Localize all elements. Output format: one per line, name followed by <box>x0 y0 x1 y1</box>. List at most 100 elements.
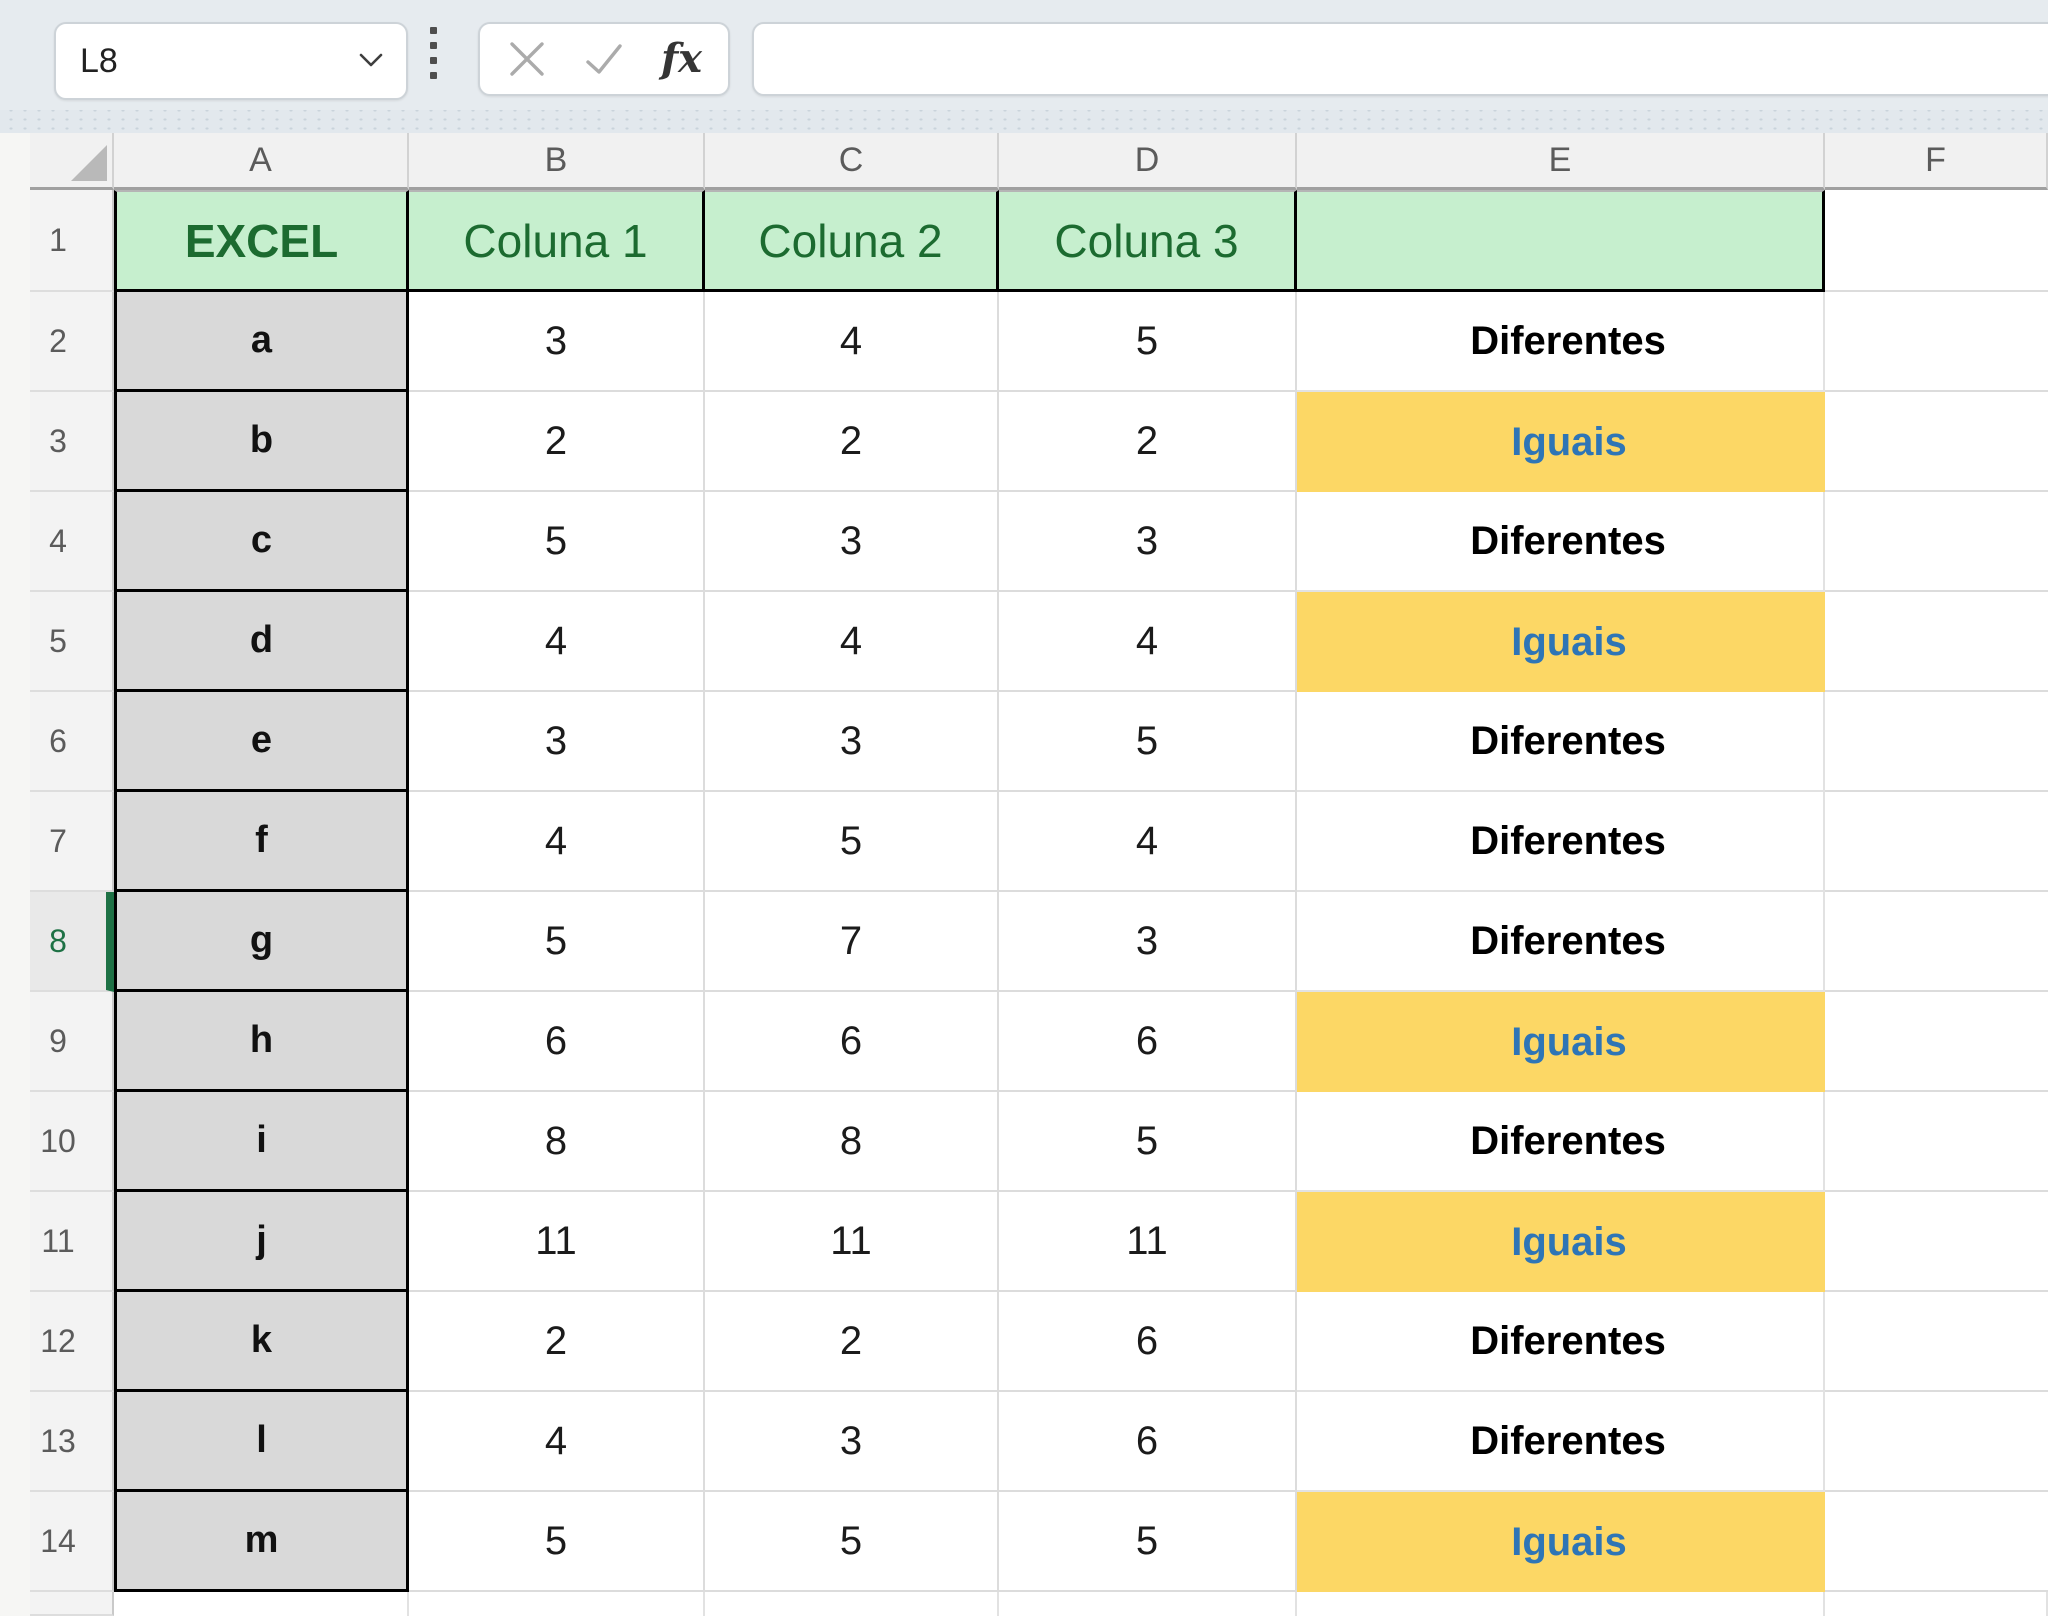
cell-E15[interactable] <box>1297 1592 1825 1616</box>
cell-B12[interactable]: 2 <box>409 1292 705 1392</box>
cell-E5[interactable]: Iguais <box>1297 592 1825 692</box>
name-box[interactable]: L8 <box>54 22 408 100</box>
chevron-down-icon[interactable] <box>358 52 384 68</box>
cell-C6[interactable]: 3 <box>705 692 999 792</box>
cell-D4[interactable]: 3 <box>999 492 1297 592</box>
row-header-11[interactable]: 11 <box>30 1192 114 1292</box>
cell-D7[interactable]: 4 <box>999 792 1297 892</box>
cell-E3[interactable]: Iguais <box>1297 392 1825 492</box>
row-header-7[interactable]: 7 <box>30 792 114 892</box>
cell-D5[interactable]: 4 <box>999 592 1297 692</box>
cell-B15[interactable] <box>409 1592 705 1616</box>
cell-C10[interactable]: 8 <box>705 1092 999 1192</box>
row-header-13[interactable]: 13 <box>30 1392 114 1492</box>
row-header-1[interactable]: 1 <box>30 190 114 292</box>
cell-A7[interactable]: f <box>114 792 409 892</box>
cell-A2[interactable]: a <box>114 292 409 392</box>
cell-D8[interactable]: 3 <box>999 892 1297 992</box>
cell-B2[interactable]: 3 <box>409 292 705 392</box>
row-header-9[interactable]: 9 <box>30 992 114 1092</box>
cell-B11[interactable]: 11 <box>409 1192 705 1292</box>
column-header-F[interactable]: F <box>1825 133 2048 190</box>
cell-C1[interactable]: Coluna 2 <box>705 190 999 292</box>
column-header-A[interactable]: A <box>114 133 409 190</box>
cell-C7[interactable]: 5 <box>705 792 999 892</box>
cell-E9[interactable]: Iguais <box>1297 992 1825 1092</box>
column-header-D[interactable]: D <box>999 133 1297 190</box>
cell-F14[interactable] <box>1825 1492 2048 1592</box>
cell-E4[interactable]: Diferentes <box>1297 492 1825 592</box>
cell-A3[interactable]: b <box>114 392 409 492</box>
cell-E13[interactable]: Diferentes <box>1297 1392 1825 1492</box>
cancel-icon[interactable] <box>506 38 548 80</box>
cell-B10[interactable]: 8 <box>409 1092 705 1192</box>
cell-A11[interactable]: j <box>114 1192 409 1292</box>
cell-F10[interactable] <box>1825 1092 2048 1192</box>
cell-A1[interactable]: EXCEL <box>114 190 409 292</box>
cell-A8[interactable]: g <box>114 892 409 992</box>
cell-E11[interactable]: Iguais <box>1297 1192 1825 1292</box>
cell-E2[interactable]: Diferentes <box>1297 292 1825 392</box>
cell-A14[interactable]: m <box>114 1492 409 1592</box>
cell-F7[interactable] <box>1825 792 2048 892</box>
cell-C14[interactable]: 5 <box>705 1492 999 1592</box>
cell-E1[interactable] <box>1297 190 1825 292</box>
cell-C8[interactable]: 7 <box>705 892 999 992</box>
row-header-6[interactable]: 6 <box>30 692 114 792</box>
cell-B14[interactable]: 5 <box>409 1492 705 1592</box>
cell-D10[interactable]: 5 <box>999 1092 1297 1192</box>
cell-A9[interactable]: h <box>114 992 409 1092</box>
row-header-10[interactable]: 10 <box>30 1092 114 1192</box>
row-header-5[interactable]: 5 <box>30 592 114 692</box>
cell-A12[interactable]: k <box>114 1292 409 1392</box>
cell-F2[interactable] <box>1825 292 2048 392</box>
cell-E7[interactable]: Diferentes <box>1297 792 1825 892</box>
cell-C2[interactable]: 4 <box>705 292 999 392</box>
cell-F9[interactable] <box>1825 992 2048 1092</box>
row-header-14[interactable]: 14 <box>30 1492 114 1592</box>
cell-F8[interactable] <box>1825 892 2048 992</box>
cell-E8[interactable]: Diferentes <box>1297 892 1825 992</box>
cell-C15[interactable] <box>705 1592 999 1616</box>
cell-D11[interactable]: 11 <box>999 1192 1297 1292</box>
cell-C5[interactable]: 4 <box>705 592 999 692</box>
row-header-15[interactable] <box>30 1592 114 1616</box>
row-header-8[interactable]: 8 <box>30 892 114 992</box>
drag-handle-icon[interactable] <box>430 27 437 79</box>
cell-E12[interactable]: Diferentes <box>1297 1292 1825 1392</box>
cell-E14[interactable]: Iguais <box>1297 1492 1825 1592</box>
cell-F3[interactable] <box>1825 392 2048 492</box>
cell-C13[interactable]: 3 <box>705 1392 999 1492</box>
column-header-B[interactable]: B <box>409 133 705 190</box>
cell-B5[interactable]: 4 <box>409 592 705 692</box>
cell-F13[interactable] <box>1825 1392 2048 1492</box>
cell-D3[interactable]: 2 <box>999 392 1297 492</box>
cell-D14[interactable]: 5 <box>999 1492 1297 1592</box>
cell-E6[interactable]: Diferentes <box>1297 692 1825 792</box>
cell-F11[interactable] <box>1825 1192 2048 1292</box>
cell-D12[interactable]: 6 <box>999 1292 1297 1392</box>
row-header-12[interactable]: 12 <box>30 1292 114 1392</box>
cell-C12[interactable]: 2 <box>705 1292 999 1392</box>
insert-function-icon[interactable]: fx <box>661 39 702 79</box>
cell-C11[interactable]: 11 <box>705 1192 999 1292</box>
cell-F5[interactable] <box>1825 592 2048 692</box>
cell-D15[interactable] <box>999 1592 1297 1616</box>
row-header-3[interactable]: 3 <box>30 392 114 492</box>
cell-A13[interactable]: l <box>114 1392 409 1492</box>
cell-C3[interactable]: 2 <box>705 392 999 492</box>
cell-D13[interactable]: 6 <box>999 1392 1297 1492</box>
cell-F15[interactable] <box>1825 1592 2048 1616</box>
cell-D1[interactable]: Coluna 3 <box>999 190 1297 292</box>
row-header-4[interactable]: 4 <box>30 492 114 592</box>
cell-B1[interactable]: Coluna 1 <box>409 190 705 292</box>
cell-D2[interactable]: 5 <box>999 292 1297 392</box>
cell-B13[interactable]: 4 <box>409 1392 705 1492</box>
cell-B3[interactable]: 2 <box>409 392 705 492</box>
cell-C9[interactable]: 6 <box>705 992 999 1092</box>
cell-B9[interactable]: 6 <box>409 992 705 1092</box>
cell-D9[interactable]: 6 <box>999 992 1297 1092</box>
row-header-2[interactable]: 2 <box>30 292 114 392</box>
select-all-button[interactable] <box>30 133 114 190</box>
cell-F6[interactable] <box>1825 692 2048 792</box>
